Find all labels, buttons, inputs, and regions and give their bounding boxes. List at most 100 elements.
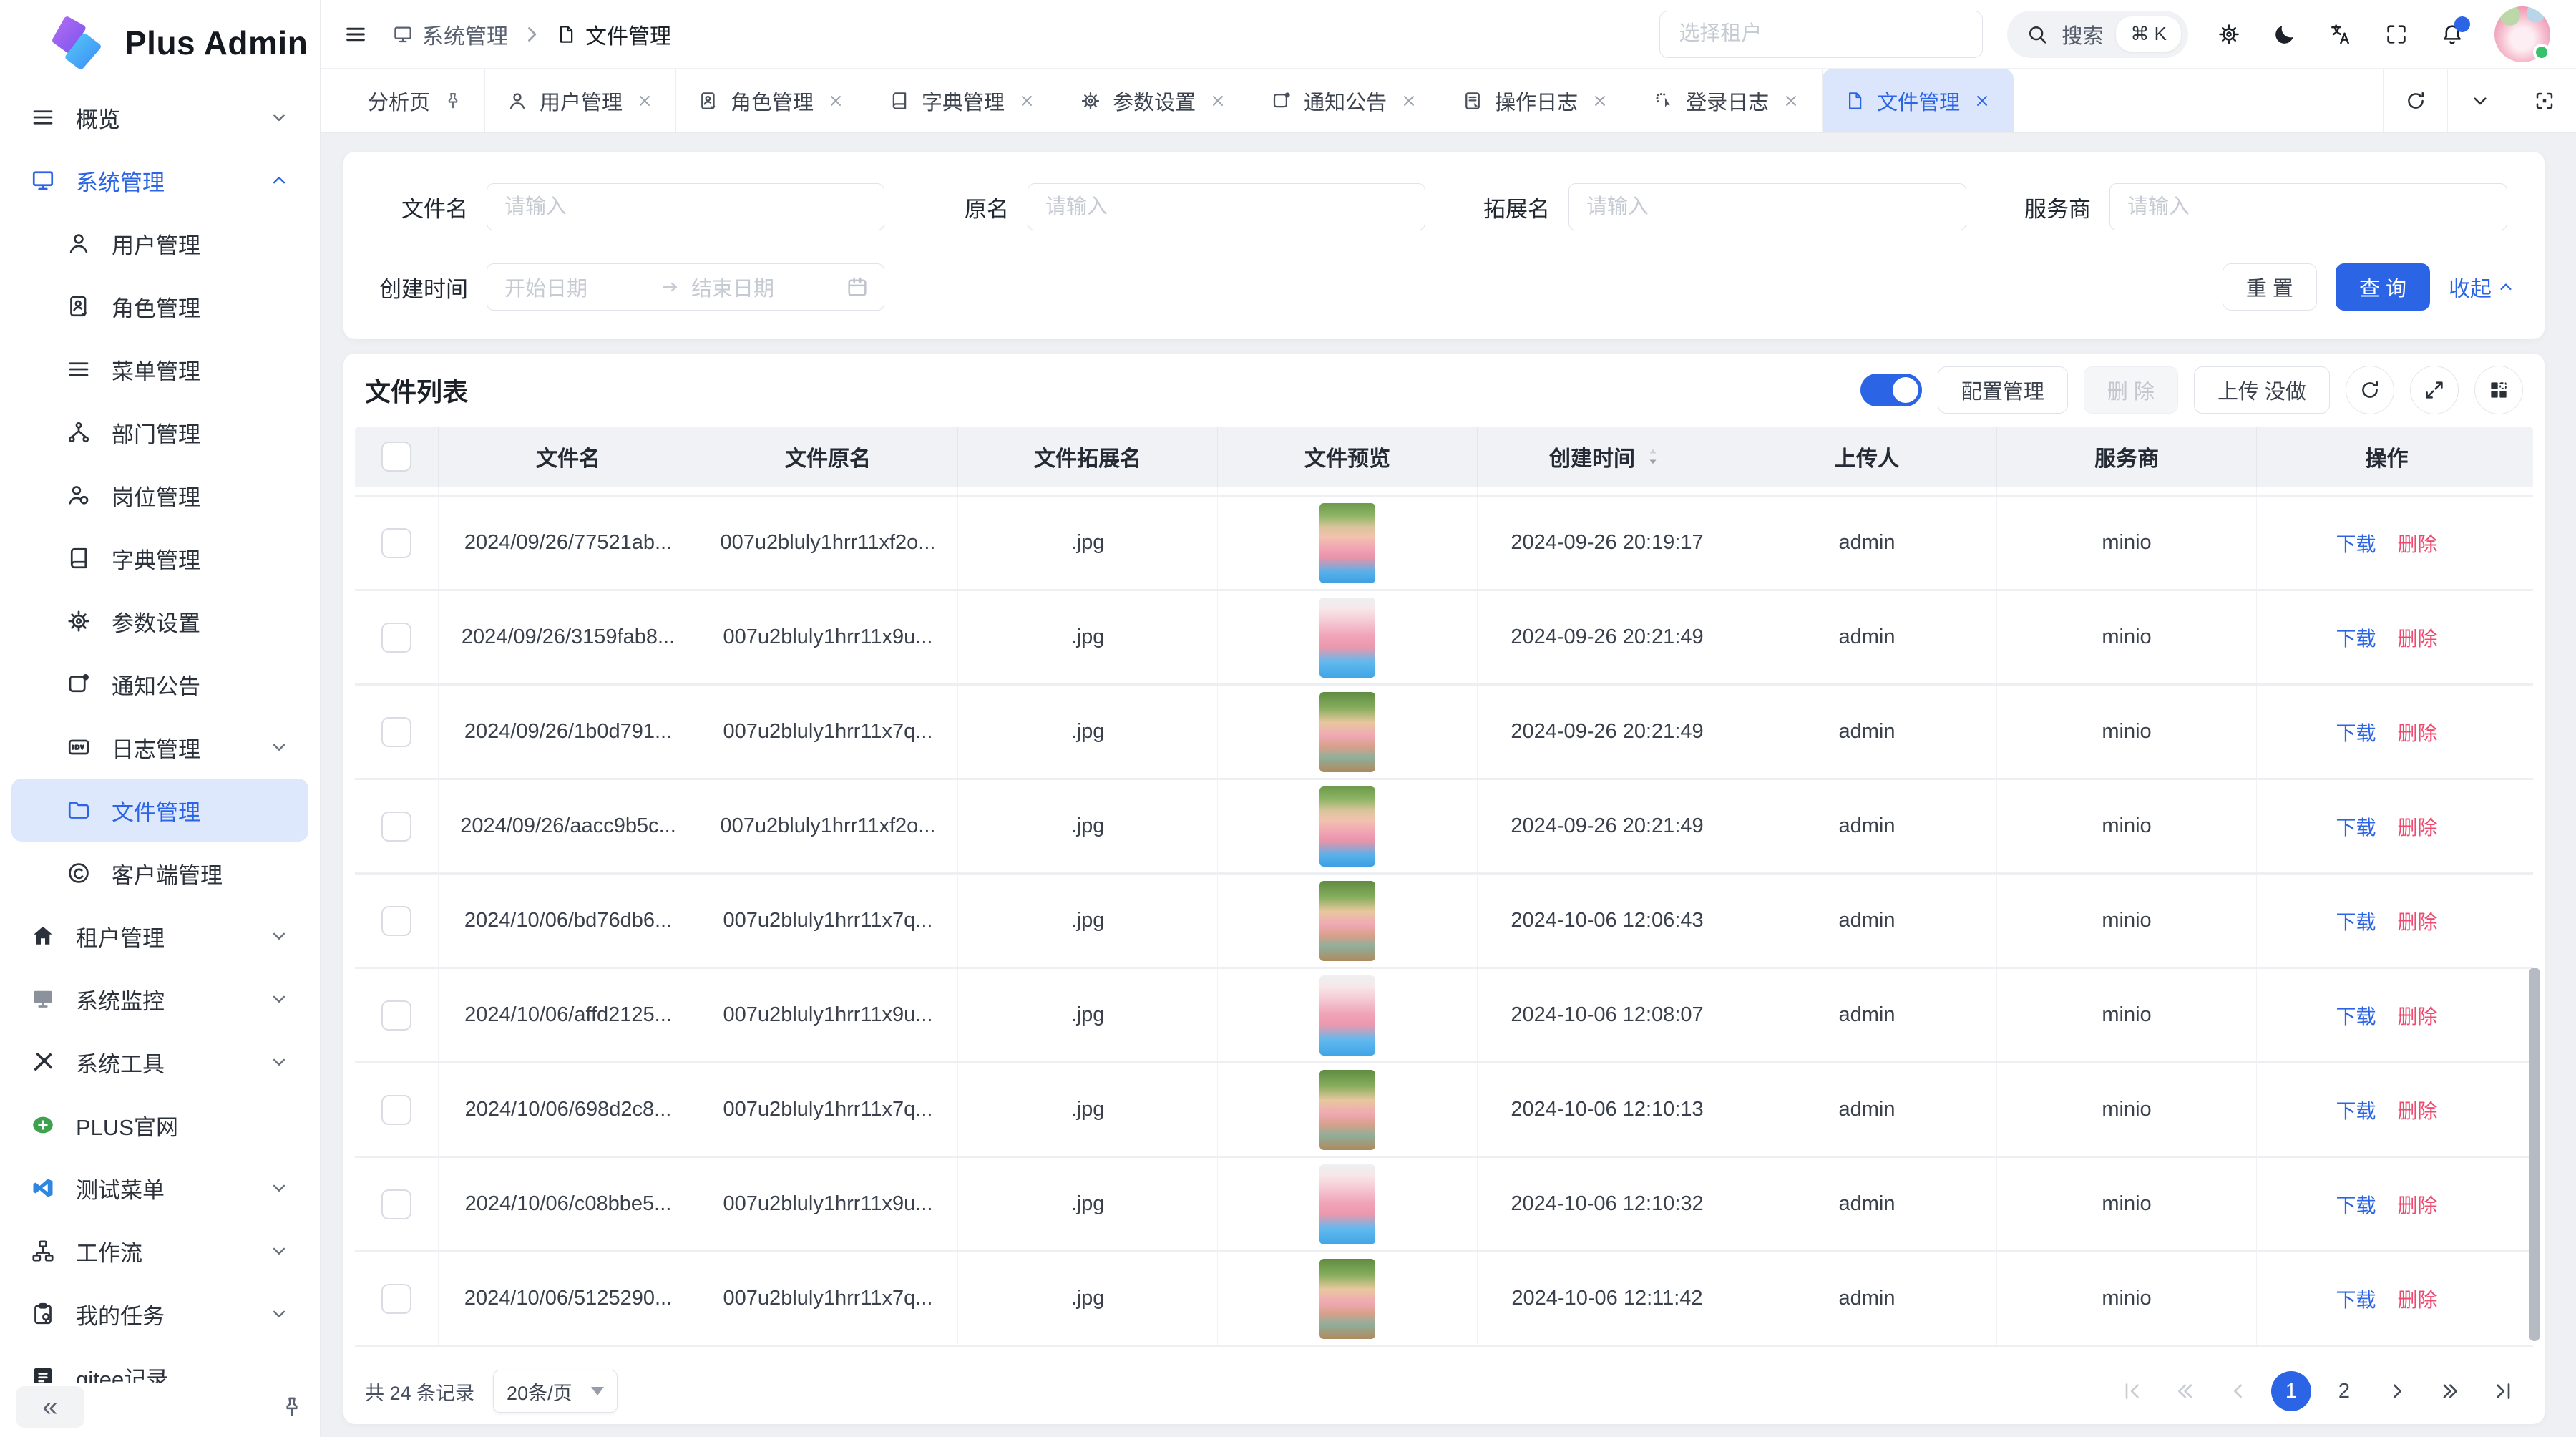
sidebar-item[interactable]: 系统工具 [11,1031,308,1093]
close-icon[interactable] [1400,92,1418,110]
sidebar-item[interactable]: 概览 [11,86,308,149]
delete-link[interactable]: 删除 [2398,718,2438,746]
pin-icon[interactable] [280,1395,304,1419]
tenant-select[interactable] [1659,11,1983,58]
download-link[interactable]: 下载 [2336,1096,2376,1124]
delete-link[interactable]: 删除 [2398,1190,2438,1219]
pin-icon[interactable] [443,91,463,111]
notification-bell[interactable] [2440,22,2464,47]
column-header[interactable]: 服务商 [1997,427,2257,487]
delete-button[interactable]: 删 除 [2084,366,2178,414]
start-date-placeholder[interactable]: 开始日期 [504,272,650,302]
column-header[interactable]: 文件名 [439,427,698,487]
column-header[interactable]: 创建时间 [1478,427,1737,487]
file-preview-image[interactable] [1319,1164,1375,1244]
select-all-checkbox[interactable] [381,442,411,472]
pager-button[interactable] [2112,1371,2152,1411]
sidebar-item[interactable]: 系统管理 [11,149,308,212]
sidebar-item[interactable]: 工作流 [11,1219,308,1282]
page-size-select[interactable]: 20条/页 [493,1370,618,1413]
gear-icon[interactable] [2217,22,2241,47]
tab[interactable]: 用户管理 [485,69,676,132]
delete-link[interactable]: 删除 [2398,1285,2438,1313]
user-avatar[interactable] [2494,6,2550,62]
column-header[interactable]: 文件原名 [698,427,958,487]
tab[interactable]: 文件管理 [1823,69,2014,132]
file-preview-image[interactable] [1319,1070,1375,1150]
refresh-tab-button[interactable] [2383,69,2447,132]
download-link[interactable]: 下载 [2336,812,2376,841]
expand-table-button[interactable] [2410,366,2459,414]
file-preview-image[interactable] [1319,503,1375,583]
close-icon[interactable] [1782,92,1800,110]
column-settings-button[interactable] [2474,366,2523,414]
sidebar-item[interactable]: PLUS官网 [11,1093,308,1156]
row-checkbox[interactable] [381,717,411,747]
sidebar-item[interactable]: 日志管理 [11,716,308,779]
download-link[interactable]: 下载 [2336,1001,2376,1030]
row-checkbox[interactable] [381,1284,411,1314]
tab[interactable]: 角色管理 [676,69,867,132]
close-icon[interactable] [826,92,845,110]
table-scrollbar-thumb[interactable] [2529,968,2540,1341]
row-checkbox[interactable] [381,906,411,936]
column-header[interactable]: 操作 [2257,427,2517,487]
file-preview-image[interactable] [1319,975,1375,1056]
row-checkbox[interactable] [381,812,411,842]
delete-link[interactable]: 删除 [2398,1096,2438,1124]
pager-button[interactable] [2218,1371,2258,1411]
breadcrumb-item-current[interactable]: 文件管理 [555,19,671,50]
sidebar-item[interactable]: gitee记录 [11,1345,308,1384]
filter-input[interactable] [487,183,884,230]
row-checkbox[interactable] [381,623,411,653]
delete-link[interactable]: 删除 [2398,812,2438,841]
tab[interactable]: 操作日志 [1440,69,1631,132]
sidebar-item[interactable]: 字典管理 [11,527,308,590]
sidebar-item[interactable]: 部门管理 [11,401,308,464]
column-header[interactable]: 文件拓展名 [958,427,1218,487]
sidebar-item[interactable]: 菜单管理 [11,338,308,401]
global-search[interactable]: 搜索 ⌘ K [2007,11,2188,58]
sidebar-item[interactable]: 用户管理 [11,212,308,275]
sidebar-item[interactable]: 角色管理 [11,275,308,338]
pager-button[interactable] [2377,1371,2417,1411]
delete-link[interactable]: 删除 [2398,907,2438,935]
end-date-placeholder[interactable]: 结束日期 [691,272,836,302]
pager-button[interactable]: 2 [2324,1371,2364,1411]
dark-mode-moon-icon[interactable] [2273,22,2297,47]
sidebar-item[interactable]: 岗位管理 [11,464,308,527]
tab[interactable]: 通知公告 [1249,69,1440,132]
column-header[interactable]: 上传人 [1737,427,1997,487]
download-link[interactable]: 下载 [2336,907,2376,935]
delete-link[interactable]: 删除 [2398,1001,2438,1030]
close-icon[interactable] [1591,92,1609,110]
filter-input[interactable] [1028,183,1425,230]
filter-input[interactable] [2109,183,2507,230]
pager-button[interactable] [2430,1371,2470,1411]
sidebar-item[interactable]: 测试菜单 [11,1156,308,1219]
file-preview-image[interactable] [1319,786,1375,867]
tab-menu-button[interactable] [2447,69,2512,132]
close-icon[interactable] [1209,92,1227,110]
row-checkbox[interactable] [381,1095,411,1125]
pager-button[interactable] [2483,1371,2523,1411]
file-preview-image[interactable] [1319,692,1375,772]
sort-caret-icon[interactable] [1641,444,1665,469]
tab[interactable]: 字典管理 [867,69,1058,132]
download-link[interactable]: 下载 [2336,1285,2376,1313]
row-checkbox[interactable] [381,1189,411,1219]
download-link[interactable]: 下载 [2336,718,2376,746]
reset-button[interactable]: 重 置 [2223,263,2317,311]
close-icon[interactable] [635,92,654,110]
delete-link[interactable]: 删除 [2398,529,2438,557]
pager-button[interactable] [2165,1371,2205,1411]
file-preview-image[interactable] [1319,1259,1375,1339]
row-checkbox[interactable] [381,1000,411,1031]
delete-link[interactable]: 删除 [2398,623,2438,652]
tab[interactable]: 参数设置 [1058,69,1249,132]
search-button[interactable]: 查 询 [2336,263,2430,311]
date-range-picker[interactable]: 开始日期 结束日期 [487,263,884,311]
content-fullscreen-button[interactable] [2512,69,2576,132]
file-preview-image[interactable] [1319,598,1375,678]
column-header[interactable]: 文件预览 [1218,427,1478,487]
